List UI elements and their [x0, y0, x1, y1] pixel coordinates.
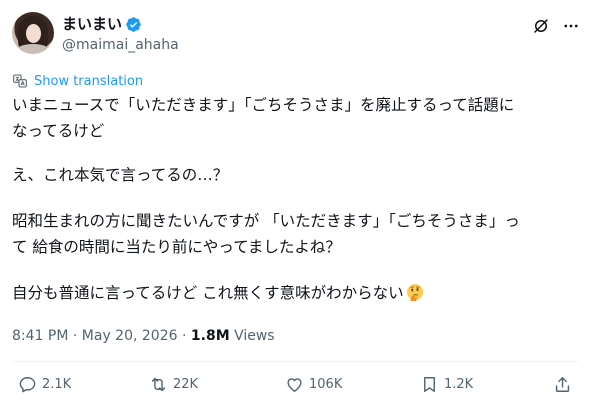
avatar-shoulder	[16, 44, 50, 54]
meta-separator: ·	[177, 328, 191, 344]
post-text-line: え、これ本気で言ってるの…？	[12, 166, 229, 184]
heart-icon	[287, 377, 302, 392]
post-time[interactable]: 8:41 PM	[12, 328, 68, 344]
show-translation-link[interactable]: Show translation	[12, 72, 143, 90]
divider	[12, 361, 578, 362]
avatar[interactable]	[12, 12, 54, 54]
post-text-line: 昭和生まれの方に聞きたいんですが 「いただきます」「ごちそうさま」っ	[12, 212, 520, 230]
reply-button[interactable]: 2.1K	[18, 374, 71, 394]
post-meta: 8:41 PM · May 20, 2026 · 1.8M Views	[12, 326, 275, 346]
tweet-card: まいまい @maimai_ahaha Show translation いまニュ…	[0, 0, 590, 403]
post-date[interactable]: May 20, 2026	[82, 328, 178, 344]
share-icon	[555, 376, 570, 392]
grok-icon[interactable]	[532, 17, 550, 35]
views-label: Views	[229, 328, 275, 344]
bookmark-icon	[424, 376, 435, 392]
thinking-face-emoji	[406, 284, 423, 301]
post-text-line: いまニュースで「いただきます」「ごちそうさま」を廃止するって話題に	[12, 96, 515, 114]
post-text-last-line: 自分も普通に言ってるけど これ無くす意味がわからない	[12, 280, 578, 306]
bookmark-count: 1.2K	[444, 376, 474, 392]
reply-count: 2.1K	[42, 376, 72, 392]
avatar-face	[26, 24, 41, 43]
reply-icon	[19, 376, 36, 392]
user-handle[interactable]: @maimai_ahaha	[62, 36, 179, 54]
repost-count: 22K	[173, 376, 199, 392]
meta-separator: ·	[68, 328, 82, 344]
display-name[interactable]: まいまい	[62, 14, 122, 34]
bookmark-button[interactable]: 1.2K	[420, 374, 473, 394]
verified-badge-icon	[126, 17, 141, 32]
show-translation-label: Show translation	[34, 73, 144, 89]
repost-icon	[151, 377, 166, 391]
share-button[interactable]	[553, 374, 572, 394]
post-text-line: 自分も普通に言ってるけど これ無くす意味がわからない	[12, 284, 404, 302]
post-text-line: なってるけど	[12, 122, 105, 140]
more-options-icon[interactable]	[562, 17, 580, 35]
like-count: 106K	[309, 376, 343, 392]
views-count: 1.8M	[190, 328, 230, 344]
like-button[interactable]: 106K	[285, 374, 342, 394]
repost-button[interactable]: 22K	[149, 374, 198, 394]
translate-icon	[13, 74, 27, 88]
post-text-line: て 給食の時間に当たり前にやってましたよね？	[12, 238, 341, 256]
